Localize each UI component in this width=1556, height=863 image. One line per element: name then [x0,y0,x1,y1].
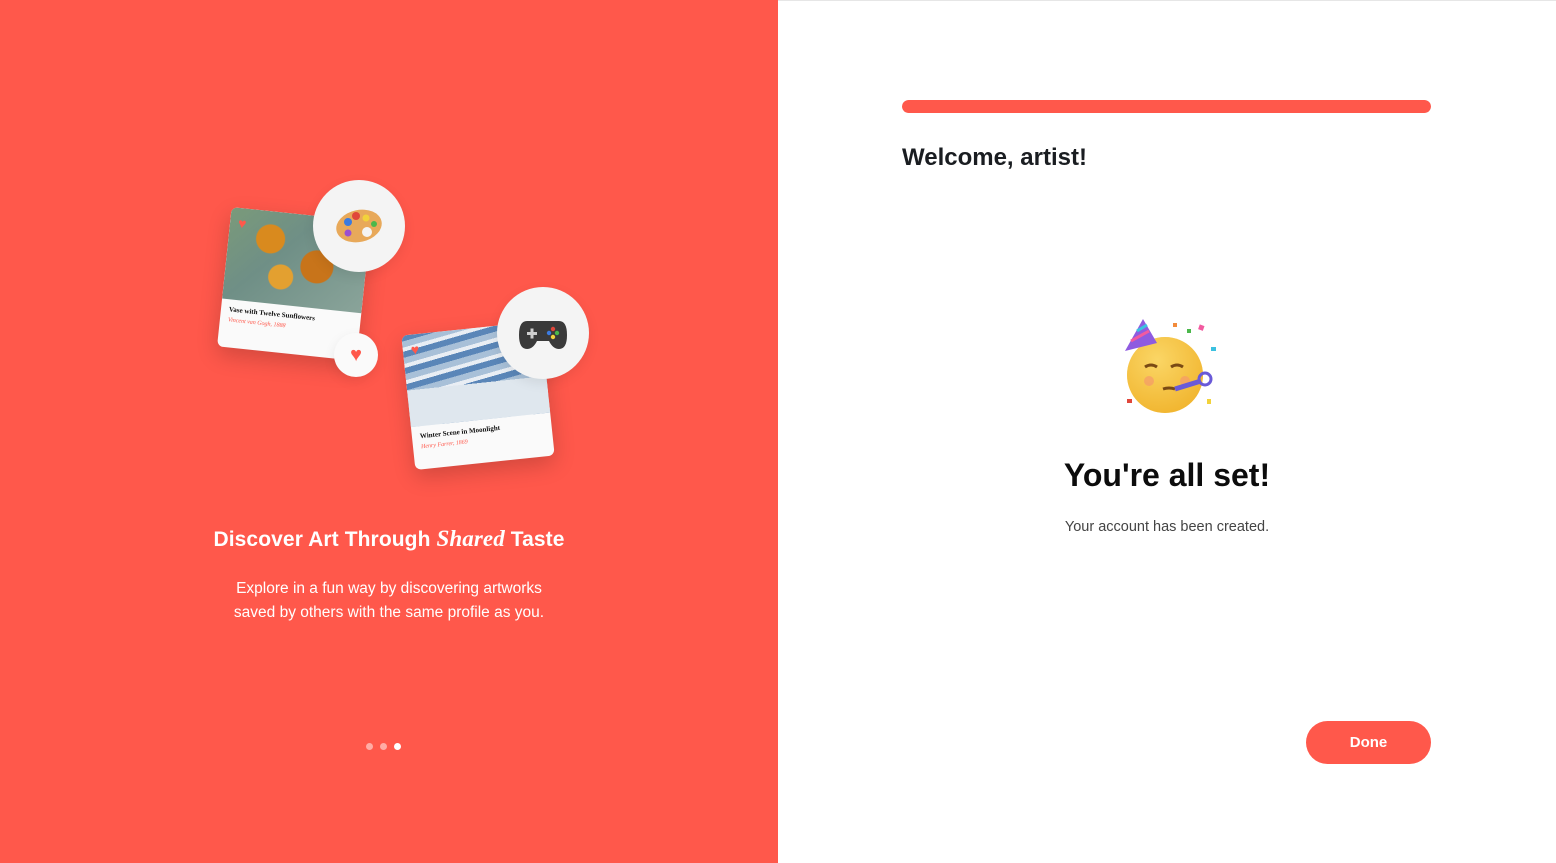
pagination-dot[interactable] [366,743,373,750]
palette-bubble [313,180,405,272]
welcome-heading: Welcome, artist! [902,144,1087,171]
heart-icon: ♥ [350,344,362,366]
palette-icon [336,209,382,243]
title-text: Taste [504,528,565,551]
gamepad-icon [519,321,567,349]
progress-bar [902,100,1431,113]
carousel-pagination [366,743,401,750]
onboarding-illustration-panel: ♥ Vase with Twelve Sunflowers Vincent va… [0,0,778,863]
heart-bubble: ♥ [334,333,378,377]
title-text: Discover Art Through [213,528,437,551]
onboarding-title: Discover Art Through Shared Taste [0,526,778,552]
gamepad-bubble [497,287,589,379]
success-title: You're all set! [1063,457,1271,493]
heart-icon: ♥ [410,340,420,358]
party-face-icon [1125,319,1216,413]
heart-icon: ♥ [237,214,248,232]
done-button[interactable]: Done [1306,721,1431,764]
pagination-dot[interactable] [380,743,387,750]
success-subtitle: Your account has been created. [1064,519,1270,535]
progress-fill [902,100,1431,113]
pagination-dot-active[interactable] [394,743,401,750]
onboarding-description: Explore in a fun way by discovering artw… [233,580,545,621]
signup-panel: Welcome, artist! You're all set! Your ac… [778,0,1556,863]
title-emphasis: Shared [436,526,505,551]
